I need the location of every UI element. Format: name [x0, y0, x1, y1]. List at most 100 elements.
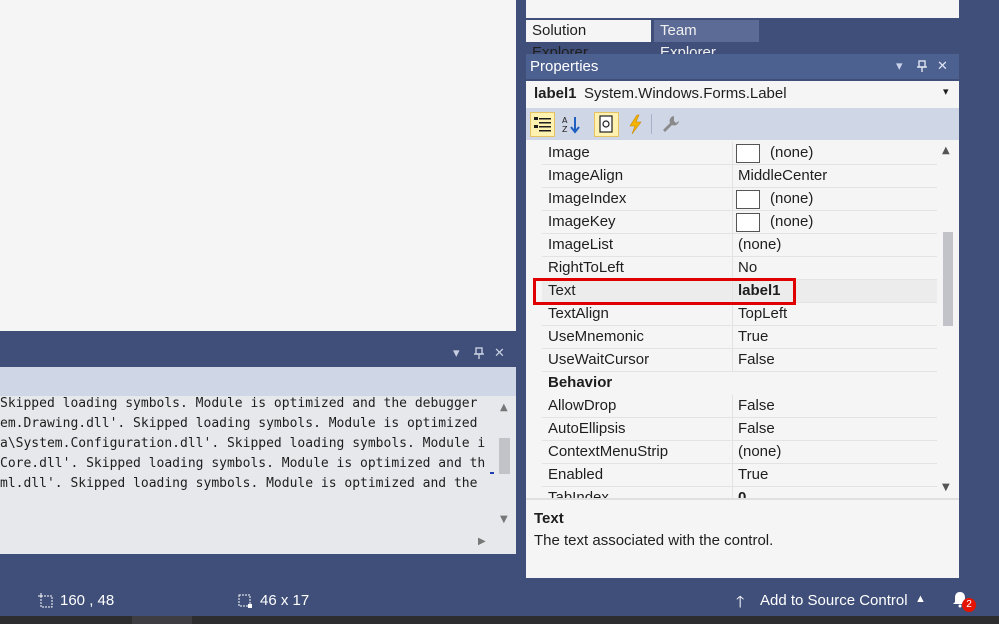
property-row-autoellipsis[interactable]: AutoEllipsis False [526, 418, 937, 441]
image-swatch [736, 190, 760, 209]
property-name: AutoEllipsis [548, 420, 626, 437]
output-vertical-scrollbar[interactable]: ▲ ▼ [494, 396, 516, 536]
dropdown-arrow-icon[interactable]: ▾ [896, 54, 903, 79]
scroll-up-icon[interactable]: ▲ [500, 402, 508, 413]
scroll-down-icon[interactable]: ▼ [500, 514, 508, 525]
property-grid[interactable]: Image (none) ImageAlign MiddleCenter Ima… [526, 140, 959, 498]
property-row-contextmenustrip[interactable]: ContextMenuStrip (none) [526, 441, 937, 464]
output-line: em.Drawing.dll'. Skipped loading symbols… [0, 416, 478, 431]
property-value[interactable]: False [738, 420, 775, 437]
property-name: Enabled [548, 466, 604, 483]
dropdown-arrow-icon[interactable]: ▾ [453, 341, 460, 367]
scroll-up-icon[interactable]: ▲ [942, 145, 950, 156]
property-row-usemnemonic[interactable]: UseMnemonic True [526, 326, 937, 349]
property-value[interactable]: (none) [770, 213, 813, 230]
property-name: UseWaitCursor [548, 351, 650, 368]
categorized-button[interactable] [530, 112, 555, 137]
property-value[interactable]: (none) [738, 236, 781, 253]
column-divider [732, 464, 733, 487]
scroll-thumb[interactable] [499, 438, 510, 474]
column-divider [732, 326, 733, 349]
category-label: Behavior [548, 374, 613, 391]
properties-toolbar [526, 108, 959, 140]
toolbar-separator [651, 114, 652, 134]
lightning-icon [629, 114, 642, 135]
scroll-down-icon[interactable]: ▼ [942, 482, 950, 493]
taskbar-segment [132, 616, 192, 624]
property-value[interactable]: True [738, 328, 768, 345]
property-row-tabindex[interactable]: TabIndex 0 [526, 487, 937, 498]
property-row-allowdrop[interactable]: AllowDrop False [526, 395, 937, 418]
panel-border [0, 554, 526, 586]
events-button[interactable] [623, 112, 648, 137]
sort-alphabetical-icon: AZ [562, 116, 580, 134]
scroll-thumb[interactable] [943, 232, 953, 326]
panel-splitter[interactable] [0, 331, 516, 341]
property-name: UseMnemonic [548, 328, 644, 345]
pin-icon[interactable] [917, 54, 927, 79]
property-name: ImageKey [548, 213, 616, 230]
grid-left-margin [526, 140, 542, 498]
property-row-imagekey[interactable]: ImageKey (none) [526, 211, 937, 234]
tab-solution-explorer[interactable]: Solution Explorer [526, 20, 651, 61]
property-value[interactable]: TopLeft [738, 305, 787, 322]
column-divider [732, 303, 733, 326]
svg-text:A: A [562, 116, 568, 125]
output-line: Skipped loading symbols. Module is optim… [0, 396, 478, 411]
category-behavior[interactable]: Behavior [526, 372, 937, 395]
property-row-imagealign[interactable]: ImageAlign MiddleCenter [526, 165, 937, 188]
output-panel-header: ▾ ✕ [0, 341, 516, 367]
property-row-textalign[interactable]: TextAlign TopLeft [526, 303, 937, 326]
tab-team-explorer[interactable]: Team Explorer [654, 20, 759, 61]
property-row-righttoleft[interactable]: RightToLeft No [526, 257, 937, 280]
property-row-enabled[interactable]: Enabled True [526, 464, 937, 487]
output-toolbar [0, 367, 516, 396]
column-divider [732, 418, 733, 441]
property-value[interactable]: No [738, 259, 757, 276]
output-line: a\System.Configuration.dll'. Skipped loa… [0, 436, 486, 451]
description-title: Text [534, 510, 564, 527]
object-selector[interactable]: label1 System.Windows.Forms.Label ▾ [526, 81, 959, 108]
add-to-source-control-button[interactable]: Add to Source Control [760, 592, 908, 609]
properties-view-button[interactable] [594, 112, 619, 137]
pin-icon[interactable] [474, 341, 484, 367]
properties-title: Properties [530, 58, 599, 75]
cursor-position: 160 , 48 [60, 592, 115, 609]
property-value[interactable]: False [738, 397, 775, 414]
property-value[interactable]: MiddleCenter [738, 167, 827, 184]
output-horizontal-scrollbar[interactable]: ▶ [0, 536, 494, 552]
close-icon[interactable]: ✕ [937, 54, 948, 79]
property-row-usewaitcursor[interactable]: UseWaitCursor False [526, 349, 937, 372]
property-value[interactable]: (none) [770, 190, 813, 207]
property-value[interactable]: True [738, 466, 768, 483]
property-value[interactable]: (none) [738, 443, 781, 460]
property-name: TabIndex [548, 489, 609, 498]
property-value[interactable]: 0 [738, 489, 746, 498]
arrow-up-icon[interactable]: 🡑 [736, 591, 744, 618]
property-name: TextAlign [548, 305, 609, 322]
property-pages-button[interactable] [658, 112, 683, 137]
property-value[interactable]: (none) [770, 144, 813, 161]
property-name: Image [548, 144, 590, 161]
status-bar: 160 , 48 46 x 17 🡑 Add to Source Control… [0, 586, 999, 616]
chevron-down-icon[interactable]: ▾ [943, 85, 949, 98]
alphabetical-button[interactable]: AZ [559, 112, 584, 137]
property-description-panel: Text The text associated with the contro… [526, 498, 959, 578]
column-divider [732, 234, 733, 257]
property-value[interactable]: False [738, 351, 775, 368]
selection-size: 46 x 17 [260, 592, 310, 609]
close-icon[interactable]: ✕ [494, 341, 505, 367]
scroll-right-icon[interactable]: ▶ [478, 536, 486, 547]
column-divider [732, 165, 733, 188]
property-row-imageindex[interactable]: ImageIndex (none) [526, 188, 937, 211]
object-name: label1 [534, 85, 577, 102]
size-icon [237, 593, 253, 609]
categorized-icon [534, 117, 551, 132]
property-name: ImageList [548, 236, 614, 253]
chevron-up-icon[interactable]: ▲ [915, 593, 926, 605]
property-row-image[interactable]: Image (none) [526, 142, 937, 165]
property-name: ContextMenuStrip [548, 443, 669, 460]
form-designer-surface[interactable] [0, 0, 516, 331]
output-text[interactable]: Skipped loading symbols. Module is optim… [0, 396, 494, 536]
property-row-imagelist[interactable]: ImageList (none) [526, 234, 937, 257]
